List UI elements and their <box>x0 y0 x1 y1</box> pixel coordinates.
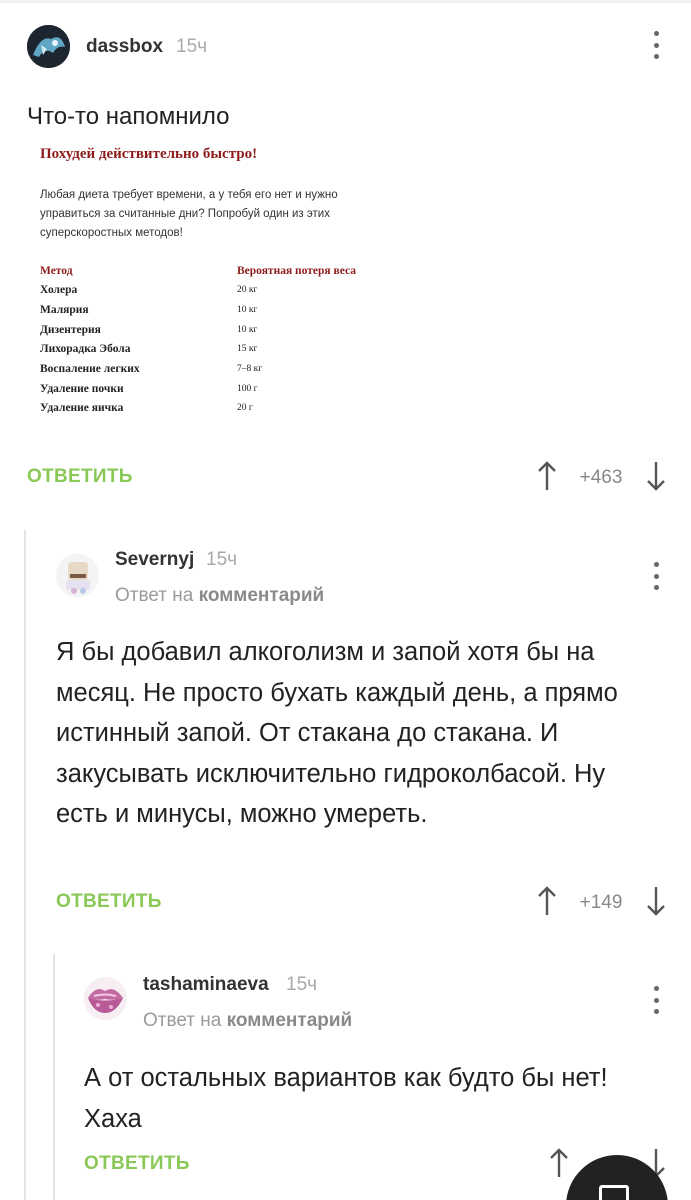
arrow-up-icon[interactable] <box>537 886 557 916</box>
arrow-down-icon[interactable] <box>646 886 666 916</box>
avatar-image <box>27 25 70 68</box>
comment-author[interactable]: Severnyj <box>115 549 194 571</box>
diet-row-loss: 10 кг <box>237 305 258 315</box>
diet-row-loss: 15 кг <box>237 344 258 354</box>
avatar[interactable] <box>56 554 99 597</box>
diet-title: Похудей действительно быстро! <box>40 146 258 162</box>
comment-time: 15ч <box>206 549 238 570</box>
reply-to-target[interactable]: комментарий <box>227 1010 353 1031</box>
reply-button[interactable]: ОТВЕТИТЬ <box>27 466 133 488</box>
more-vertical-icon[interactable] <box>652 31 660 59</box>
diet-row-method: Лихорадка Эбола <box>40 343 131 355</box>
diet-row-loss: 7–8 кг <box>237 364 263 374</box>
rating: +463 <box>579 467 623 488</box>
avatar-image <box>84 977 127 1020</box>
reply-to-info[interactable]: Ответ на комментарий <box>143 1010 352 1032</box>
comment-text: А от остальных вариантов как будто бы не… <box>84 1064 608 1133</box>
reply-to-info[interactable]: Ответ на комментарий <box>115 585 324 607</box>
arrow-up-icon[interactable] <box>549 1148 569 1178</box>
diet-row-loss: 100 г <box>237 384 258 394</box>
reply-to-prefix: Ответ на <box>115 585 194 606</box>
diet-row-loss: 20 г <box>237 403 253 413</box>
diet-intro: Любая диета требует времени, а у тебя ег… <box>40 189 338 239</box>
diet-col-loss-clip: Вероятная потеря веса <box>237 263 387 283</box>
comment-text: Что-то напомнило <box>27 103 230 130</box>
diet-col-method: Метод <box>40 265 73 277</box>
comment-author[interactable]: tashaminaeva <box>143 974 269 996</box>
diet-row-loss: 10 кг <box>237 325 258 335</box>
comment-author[interactable]: dassbox <box>86 36 163 58</box>
diet-row-method: Удаление почки <box>40 383 124 395</box>
reply-button[interactable]: ОТВЕТИТЬ <box>84 1153 190 1175</box>
avatar[interactable] <box>27 25 70 68</box>
reply-button[interactable]: ОТВЕТИТЬ <box>56 891 162 913</box>
diet-row-method: Холера <box>40 284 78 296</box>
arrow-down-icon[interactable] <box>646 461 666 491</box>
thread-line <box>24 530 26 1200</box>
top-divider <box>0 0 691 3</box>
avatar[interactable] <box>84 977 127 1020</box>
diet-row-method: Воспаление легких <box>40 363 140 375</box>
more-vertical-icon[interactable] <box>652 986 660 1014</box>
avatar-image <box>56 554 99 597</box>
comment-time: 15ч <box>176 36 208 57</box>
arrow-up-icon[interactable] <box>537 461 557 491</box>
diet-col-loss: Вероятная потеря веса <box>237 265 356 277</box>
diet-row-method: Удаление яичка <box>40 402 124 414</box>
comment-text: Я бы добавил алкоголизм и запой хотя бы … <box>56 638 618 828</box>
more-vertical-icon[interactable] <box>652 562 660 590</box>
comment-icon <box>599 1185 629 1200</box>
reply-to-target[interactable]: комментарий <box>199 585 325 606</box>
rating: +149 <box>579 892 623 913</box>
comment-time: 15ч <box>286 974 318 995</box>
diet-row-method: Малярия <box>40 304 89 316</box>
diet-row-method: Дизентерия <box>40 324 101 336</box>
thread-line <box>53 954 55 1200</box>
reply-to-prefix: Ответ на <box>143 1010 222 1031</box>
diet-image: Похудей действительно быстро! Любая диет… <box>28 138 400 428</box>
diet-row-loss: 20 кг <box>237 285 258 295</box>
